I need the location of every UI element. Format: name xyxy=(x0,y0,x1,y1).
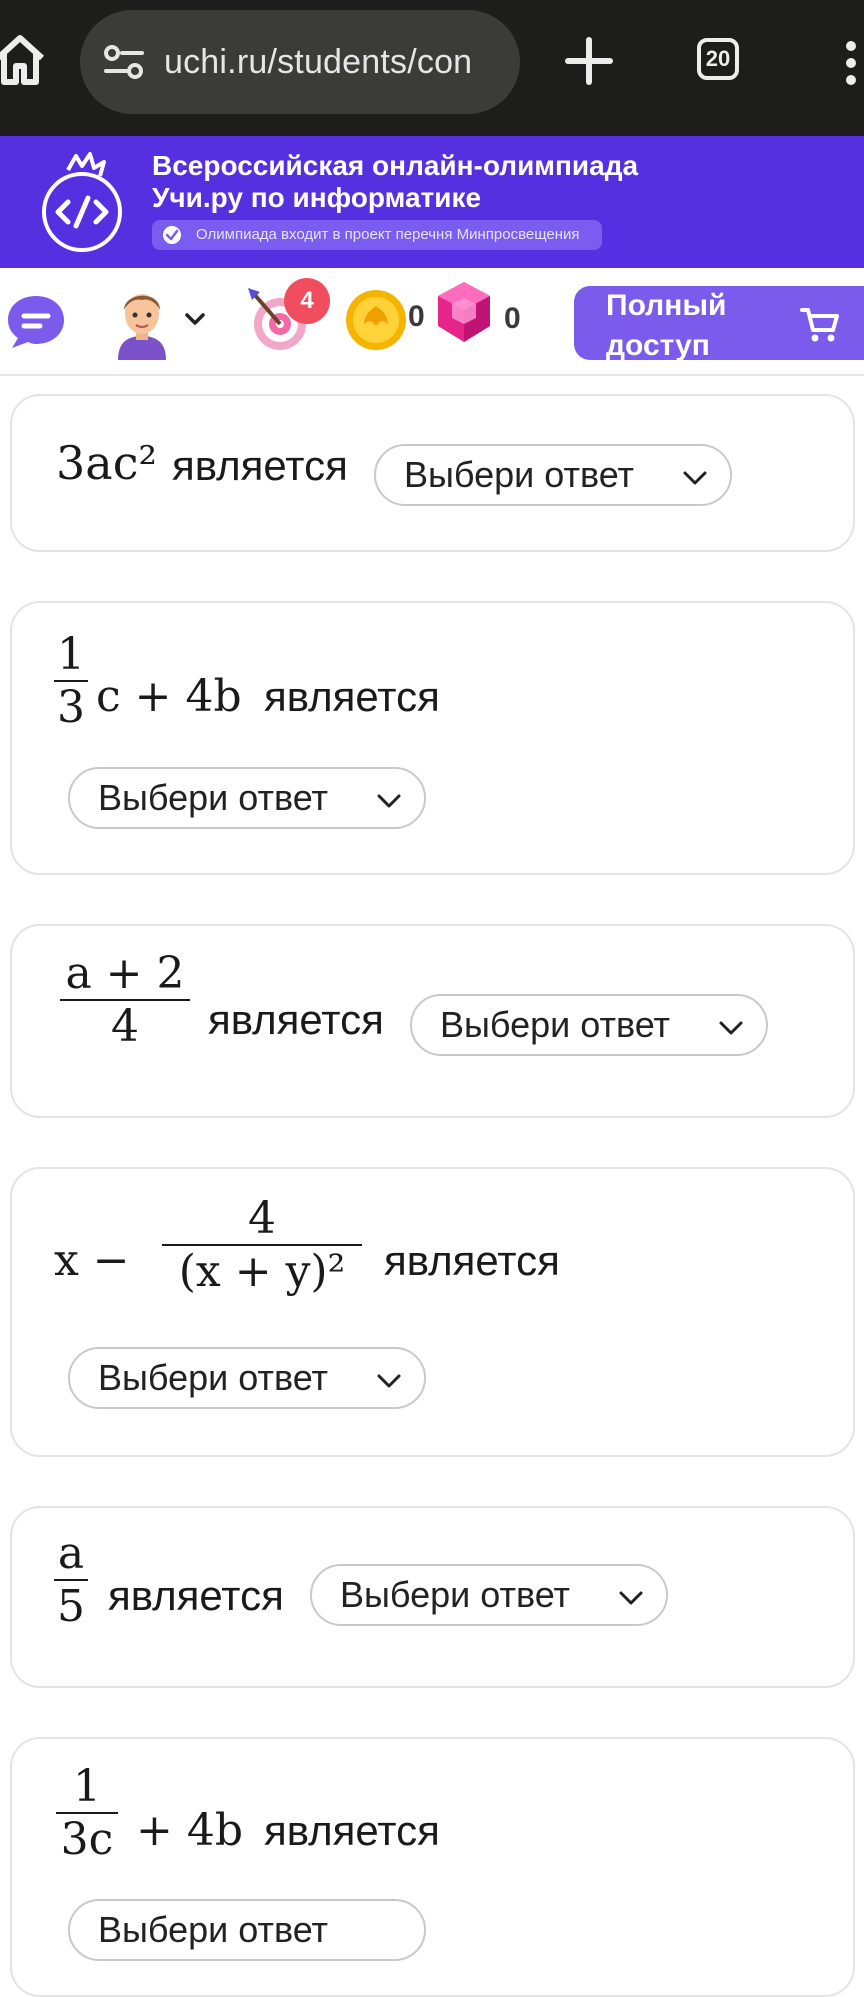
expression-tail: c + 4b xyxy=(96,671,242,722)
select-placeholder[interactable]: Выбери ответ xyxy=(340,1566,570,1624)
fraction-numerator: 1 xyxy=(73,1761,101,1812)
fraction-numerator: 4 xyxy=(248,1193,276,1244)
chevron-down-icon xyxy=(377,794,401,808)
is-label: является xyxy=(384,1237,560,1284)
site-settings-icon[interactable] xyxy=(102,44,146,80)
expression-head: x − xyxy=(54,1235,130,1286)
select-placeholder[interactable]: Выбери ответ xyxy=(98,1901,328,1959)
full-access-label[interactable]: Полный доступ xyxy=(606,286,766,360)
answer-select[interactable]: Выбери ответ xyxy=(68,1899,426,1961)
answer-select[interactable]: Выбери ответ xyxy=(68,1347,426,1409)
answer-select[interactable]: Выбери ответ xyxy=(410,994,768,1056)
banner-badge-text: Олимпиада входит в проект перечня Минпро… xyxy=(196,226,580,243)
full-access-button[interactable]: Полный доступ xyxy=(574,286,864,360)
avatar[interactable] xyxy=(112,284,172,360)
new-tab-icon[interactable] xyxy=(564,36,614,86)
answer-select[interactable]: Выбери ответ xyxy=(374,444,732,506)
chevron-down-icon[interactable] xyxy=(184,312,206,326)
fraction-numerator: a + 2 xyxy=(65,948,185,999)
is-label: является xyxy=(108,1572,284,1619)
is-label: является xyxy=(208,996,384,1043)
target-badge: 4 xyxy=(284,278,330,324)
chevron-down-icon xyxy=(719,1021,743,1035)
banner-title: Всероссийская онлайн-олимпиада Учи.ру по… xyxy=(152,150,638,214)
is-label: является xyxy=(264,1807,440,1854)
chevron-down-icon xyxy=(377,1374,401,1388)
fraction: 4 (x + y)² xyxy=(162,1193,362,1297)
select-placeholder[interactable]: Выбери ответ xyxy=(404,446,634,504)
address-bar[interactable]: uchi.ru/students/con xyxy=(80,10,520,114)
is-label: является xyxy=(264,673,440,720)
question-card: 1 3c + 4b является Выбери ответ xyxy=(10,1737,855,1997)
question-card: 3ac² является Выбери ответ xyxy=(10,394,855,552)
verified-check-icon xyxy=(163,226,181,244)
select-placeholder[interactable]: Выбери ответ xyxy=(98,1349,328,1407)
coin-icon[interactable] xyxy=(344,288,408,352)
code-logo-icon xyxy=(42,152,122,252)
chevron-down-icon xyxy=(619,1591,643,1605)
fraction: a + 2 4 xyxy=(60,948,190,1052)
chevron-down-icon xyxy=(683,471,707,485)
expression-text: 3ac² xyxy=(56,436,157,490)
banner-badge: Олимпиада входит в проект перечня Минпро… xyxy=(152,220,602,250)
url-text[interactable]: uchi.ru/students/con xyxy=(164,10,472,114)
banner-title-line1: Всероссийская онлайн-олимпиада xyxy=(152,150,639,181)
is-label: является xyxy=(172,442,348,489)
fraction-denominator: 3c xyxy=(60,1814,114,1865)
fraction-denominator: 3 xyxy=(57,682,85,733)
question-card: a 5 является Выбери ответ xyxy=(10,1506,855,1688)
banner-title-line2: Учи.ру по информатике xyxy=(152,182,482,213)
fraction: a 5 xyxy=(54,1528,88,1632)
cart-icon xyxy=(800,308,839,342)
math-expression: 3ac² xyxy=(56,436,157,490)
fraction-numerator: 1 xyxy=(57,629,85,680)
question-card: 1 3 c + 4b является Выбери ответ xyxy=(10,601,855,875)
app-toolbar: 4 0 0 Полный доступ xyxy=(0,268,864,376)
fraction-denominator: 5 xyxy=(57,1581,85,1632)
more-menu-icon[interactable] xyxy=(838,38,864,88)
question-card: x − 4 (x + y)² является Выбери ответ xyxy=(10,1167,855,1457)
answer-select[interactable]: Выбери ответ xyxy=(310,1564,668,1626)
fraction-numerator: a xyxy=(57,1528,85,1579)
gem-count: 0 xyxy=(504,302,521,335)
tab-switcher-button[interactable]: 20 xyxy=(697,38,739,80)
select-placeholder[interactable]: Выбери ответ xyxy=(98,769,328,827)
coin-count: 0 xyxy=(408,300,425,333)
question-card: a + 2 4 является Выбери ответ xyxy=(10,924,855,1118)
browser-toolbar: uchi.ru/students/con 20 xyxy=(0,0,864,136)
home-icon[interactable] xyxy=(0,28,46,88)
select-placeholder[interactable]: Выбери ответ xyxy=(440,996,670,1054)
olympiad-banner[interactable]: Всероссийская онлайн-олимпиада Учи.ру по… xyxy=(0,136,864,268)
chat-icon[interactable] xyxy=(4,292,68,350)
fraction-denominator: 4 xyxy=(111,1001,139,1052)
gem-icon[interactable] xyxy=(434,280,494,344)
fraction: 1 3 xyxy=(54,629,88,733)
fraction: 1 3c xyxy=(56,1761,118,1865)
fraction-denominator: (x + y)² xyxy=(178,1246,346,1297)
answer-select[interactable]: Выбери ответ xyxy=(68,767,426,829)
expression-tail: + 4b xyxy=(136,1805,244,1856)
